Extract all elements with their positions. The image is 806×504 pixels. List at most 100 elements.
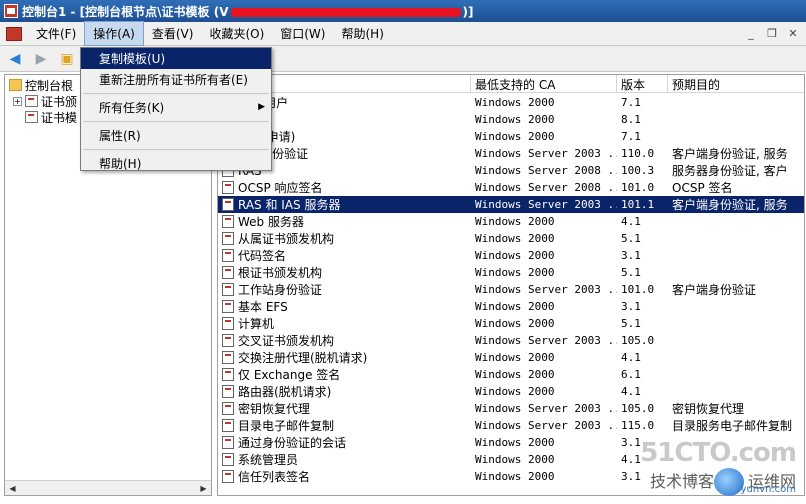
cert-template-icon <box>222 385 234 398</box>
back-arrow-icon[interactable]: ◀ <box>4 49 26 69</box>
min-ca-cell: Windows Server 2003 ... <box>475 147 617 160</box>
template-row[interactable]: RASWindows Server 2008 ...100.3服务器身份验证, … <box>218 162 804 179</box>
tree-horizontal-scrollbar[interactable]: ◀ ▶ <box>5 480 211 495</box>
min-ca-cell: Windows 2000 <box>475 215 555 228</box>
min-ca-cell: Windows 2000 <box>475 266 555 279</box>
column-header-version[interactable]: 版本 <box>617 75 668 93</box>
version-cell: 5.1 <box>621 317 641 330</box>
min-ca-cell: Windows Server 2003 ... <box>475 334 617 347</box>
template-name-cell: 交叉证书颁发机构 <box>218 332 471 349</box>
template-row[interactable]: Windows 2000 8.1 <box>218 111 804 128</box>
folder-icon <box>9 79 22 91</box>
version-cell: 101.1 <box>621 198 655 211</box>
template-name-cell: 目录电子邮件复制 <box>218 417 471 434</box>
console-menu-icon[interactable] <box>6 26 22 41</box>
menu-action[interactable]: 操作(A) <box>84 21 144 46</box>
minimize-icon[interactable]: _ <box>742 25 760 42</box>
min-ca-cell: Windows 2000 <box>475 317 555 330</box>
forward-arrow-icon[interactable]: ▶ <box>30 49 52 69</box>
close-icon[interactable]: ✕ <box>784 25 802 42</box>
template-list: age 用户Windows 20007.1Windows 20008.1(脱机申… <box>218 94 804 485</box>
template-row[interactable]: RAS 和 IAS 服务器 Windows Server 2003 ... 101.… <box>218 196 804 213</box>
context-menu-item[interactable]: 属性(R) <box>81 125 271 146</box>
version-cell: 4.1 <box>621 385 641 398</box>
template-row[interactable]: 路由器(脱机请求) Windows 2000 4.1 <box>218 383 804 400</box>
template-row[interactable]: (脱机申请)Windows 20007.1 <box>218 128 804 145</box>
cert-template-icon <box>222 334 234 347</box>
min-ca-cell: Windows Server 2003 ... <box>475 419 617 432</box>
min-ca-cell: Windows 2000 <box>475 249 555 262</box>
version-cell: 3.1 <box>621 300 641 313</box>
template-row[interactable]: 交叉证书颁发机构 Windows Server 2003 ... 105.0 <box>218 332 804 349</box>
template-row[interactable]: age 用户Windows 20007.1 <box>218 94 804 111</box>
template-row[interactable]: 仅 Exchange 签名 Windows 2000 6.1 <box>218 366 804 383</box>
restore-icon[interactable]: ❐ <box>763 25 781 42</box>
redacted-text <box>230 7 461 17</box>
template-name-cell: 基本 EFS <box>218 298 471 315</box>
context-menu-item[interactable]: 重新注册所有证书所有者(E) <box>81 69 271 90</box>
template-name-cell: 通过身份验证的会话 <box>218 434 471 451</box>
min-ca-cell: Windows Server 2008 ... <box>475 181 617 194</box>
scroll-right-icon[interactable]: ▶ <box>196 481 211 495</box>
menu-help[interactable]: 帮助(H) <box>333 22 391 45</box>
template-row[interactable]: 密钥恢复代理 Windows Server 2003 ... 105.0 密钥恢复代理 <box>218 400 804 417</box>
min-ca-cell: Windows 2000 <box>475 130 555 143</box>
template-row[interactable]: 计算机 Windows 2000 5.1 <box>218 315 804 332</box>
min-ca-cell: Windows 2000 <box>475 232 555 245</box>
cert-template-icon <box>222 249 234 262</box>
template-name-cell: 密钥恢复代理 <box>218 400 471 417</box>
template-name-cell: 仅 Exchange 签名 <box>218 366 471 383</box>
version-cell: 105.0 <box>621 402 655 415</box>
title-bar: 控制台1 - [控制台根节点\证书模板 (V)] <box>0 0 806 22</box>
template-name-cell: 信任列表签名 <box>218 468 471 485</box>
window-title: 控制台1 - [控制台根节点\证书模板 (V)] <box>22 4 474 19</box>
min-ca-cell: Windows 2000 <box>475 351 555 364</box>
menu-window[interactable]: 窗口(W) <box>272 22 333 45</box>
context-menu-item[interactable]: 帮助(H) <box>81 153 271 174</box>
menu-favorites[interactable]: 收藏夹(O) <box>201 22 272 45</box>
menu-file[interactable]: 文件(F) <box>28 22 84 45</box>
template-row[interactable]: 从属证书颁发机构 Windows 2000 5.1 <box>218 230 804 247</box>
menu-separator <box>83 121 269 122</box>
cert-template-icon <box>222 317 234 330</box>
cert-template-icon <box>222 436 234 449</box>
context-menu-item[interactable]: 复制模板(U) <box>81 48 271 69</box>
column-header-purpose[interactable]: 预期目的 <box>668 75 804 93</box>
template-row[interactable]: 目录电子邮件复制 Windows Server 2003 ... 115.0 目录服务… <box>218 417 804 434</box>
template-row[interactable]: OCSP 响应签名 Windows Server 2008 ... 101.0 OCS… <box>218 179 804 196</box>
template-row[interactable]: 根证书颁发机构 Windows 2000 5.1 <box>218 264 804 281</box>
scroll-left-icon[interactable]: ◀ <box>5 481 20 495</box>
up-folder-icon[interactable]: ▣ <box>56 49 78 69</box>
menu-view[interactable]: 查看(V) <box>144 22 202 45</box>
template-row[interactable]: ros 身份验证 Windows Server 2003 ... 110.0 客户端身… <box>218 145 804 162</box>
template-row[interactable]: 工作站身份验证 Windows Server 2003 ... 101.0 客户端身份… <box>218 281 804 298</box>
cert-template-icon <box>222 181 234 194</box>
cert-template-icon <box>222 453 234 466</box>
min-ca-cell: Windows 2000 <box>475 385 555 398</box>
min-ca-cell: Windows 2000 <box>475 470 555 483</box>
watermark-logo-text: 51CTO.com <box>640 438 797 468</box>
version-cell: 8.1 <box>621 113 641 126</box>
version-cell: 5.1 <box>621 232 641 245</box>
template-row[interactable]: Web 服务器 Windows 2000 4.1 <box>218 213 804 230</box>
purpose-cell: OCSP 签名 <box>672 181 733 195</box>
template-row[interactable]: 代码签名 Windows 2000 3.1 <box>218 247 804 264</box>
version-cell: 105.0 <box>621 334 655 347</box>
version-cell: 3.1 <box>621 249 641 262</box>
version-cell: 101.0 <box>621 283 655 296</box>
context-menu-item[interactable]: 所有任务(K) ▶ <box>81 97 271 118</box>
submenu-arrow-icon: ▶ <box>258 102 265 112</box>
template-row[interactable]: 交换注册代理(脱机请求) Windows 2000 4.1 <box>218 349 804 366</box>
template-row[interactable]: 基本 EFS Windows 2000 3.1 <box>218 298 804 315</box>
min-ca-cell: Windows Server 2008 ... <box>475 164 617 177</box>
cert-template-icon <box>222 266 234 279</box>
menu-separator <box>83 93 269 94</box>
version-cell: 7.1 <box>621 96 641 109</box>
site-watermark: 51CTO.com 技术博客 运维网 yunvn.com <box>640 438 802 500</box>
version-cell: 110.0 <box>621 147 655 160</box>
expand-icon[interactable]: + <box>13 96 22 106</box>
template-name-cell: 代码签名 <box>218 247 471 264</box>
cert-template-icon <box>222 215 234 228</box>
purpose-cell: 客户端身份验证 <box>672 283 757 297</box>
column-header-min-ca[interactable]: 最低支持的 CA <box>471 75 617 93</box>
